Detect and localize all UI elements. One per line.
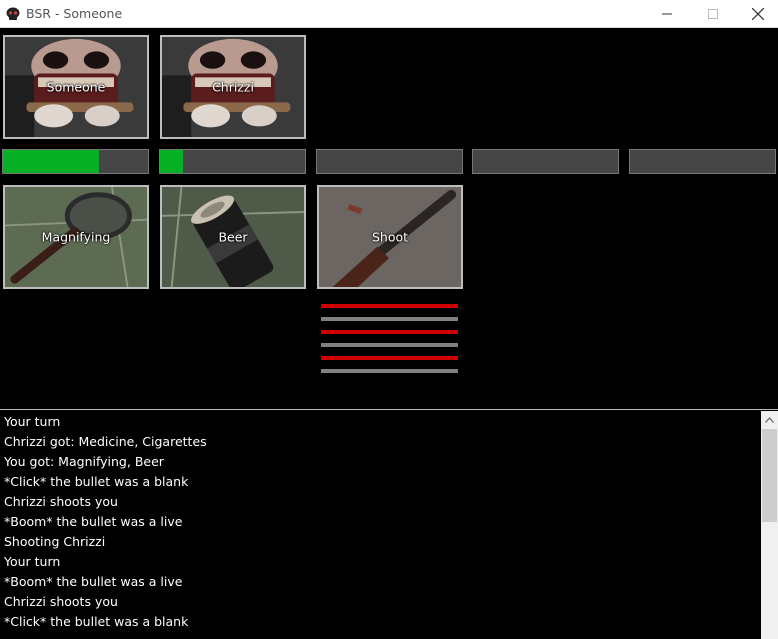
log-line: You got: Magnifying, Beer xyxy=(4,454,164,469)
log-line: *Click* the bullet was a blank xyxy=(4,474,189,489)
item-label: Magnifying xyxy=(41,229,111,245)
item-label: Shoot xyxy=(371,229,409,245)
log-line: Shooting Chrizzi xyxy=(4,534,106,549)
item-magnifying-button[interactable]: Magnifying xyxy=(3,185,149,289)
item-beer-button[interactable]: Beer xyxy=(160,185,306,289)
log-line: Chrizzi shoots you xyxy=(4,594,118,609)
log-list: Your turn Chrizzi got: Medicine, Cigarett… xyxy=(4,412,759,632)
log-line: *Boom* the bullet was a live xyxy=(4,514,183,529)
log-line: *Boom* the bullet was a live xyxy=(4,574,183,589)
blank-shell-indicator xyxy=(321,343,458,347)
close-icon xyxy=(752,8,764,20)
item-label: Beer xyxy=(218,229,248,245)
log-line: Your turn xyxy=(4,554,61,569)
window-title: BSR - Someone xyxy=(26,6,123,21)
maximize-icon xyxy=(708,9,718,19)
health-fill xyxy=(3,150,99,173)
scroll-up-button[interactable] xyxy=(761,411,778,428)
minimize-icon xyxy=(662,13,672,15)
player-tile-someone[interactable]: Someone xyxy=(3,35,149,139)
player-tile-chrizzi[interactable]: Chrizzi xyxy=(160,35,306,139)
log-line: *Click* the bullet was a blank xyxy=(4,614,189,629)
app-skull-icon xyxy=(6,7,20,20)
game-log: Your turn Chrizzi got: Medicine, Cigarett… xyxy=(0,409,778,639)
player-name: Chrizzi xyxy=(212,79,254,95)
scroll-thumb[interactable] xyxy=(762,429,777,522)
maximize-button[interactable] xyxy=(690,0,736,28)
log-scrollbar[interactable] xyxy=(761,411,778,639)
minimize-button[interactable] xyxy=(644,0,690,28)
live-shell-indicator xyxy=(321,304,458,308)
health-bar-empty xyxy=(629,149,776,174)
log-line: Chrizzi got: Medicine, Cigarettes xyxy=(4,434,207,449)
log-line: Chrizzi shoots you xyxy=(4,494,118,509)
health-bar-chrizzi xyxy=(159,149,306,174)
title-bar: BSR - Someone xyxy=(0,0,778,28)
health-bar-empty xyxy=(316,149,463,174)
close-button[interactable] xyxy=(735,0,778,28)
health-bar-someone xyxy=(2,149,149,174)
live-shell-indicator xyxy=(321,330,458,334)
health-bar-empty xyxy=(472,149,619,174)
shoot-button[interactable]: Shoot xyxy=(317,185,463,289)
health-fill xyxy=(160,150,184,173)
chevron-up-icon xyxy=(765,416,774,423)
blank-shell-indicator xyxy=(321,369,458,373)
blank-shell-indicator xyxy=(321,317,458,321)
player-name: Someone xyxy=(46,79,106,95)
log-line: Your turn xyxy=(4,414,61,429)
live-shell-indicator xyxy=(321,356,458,360)
